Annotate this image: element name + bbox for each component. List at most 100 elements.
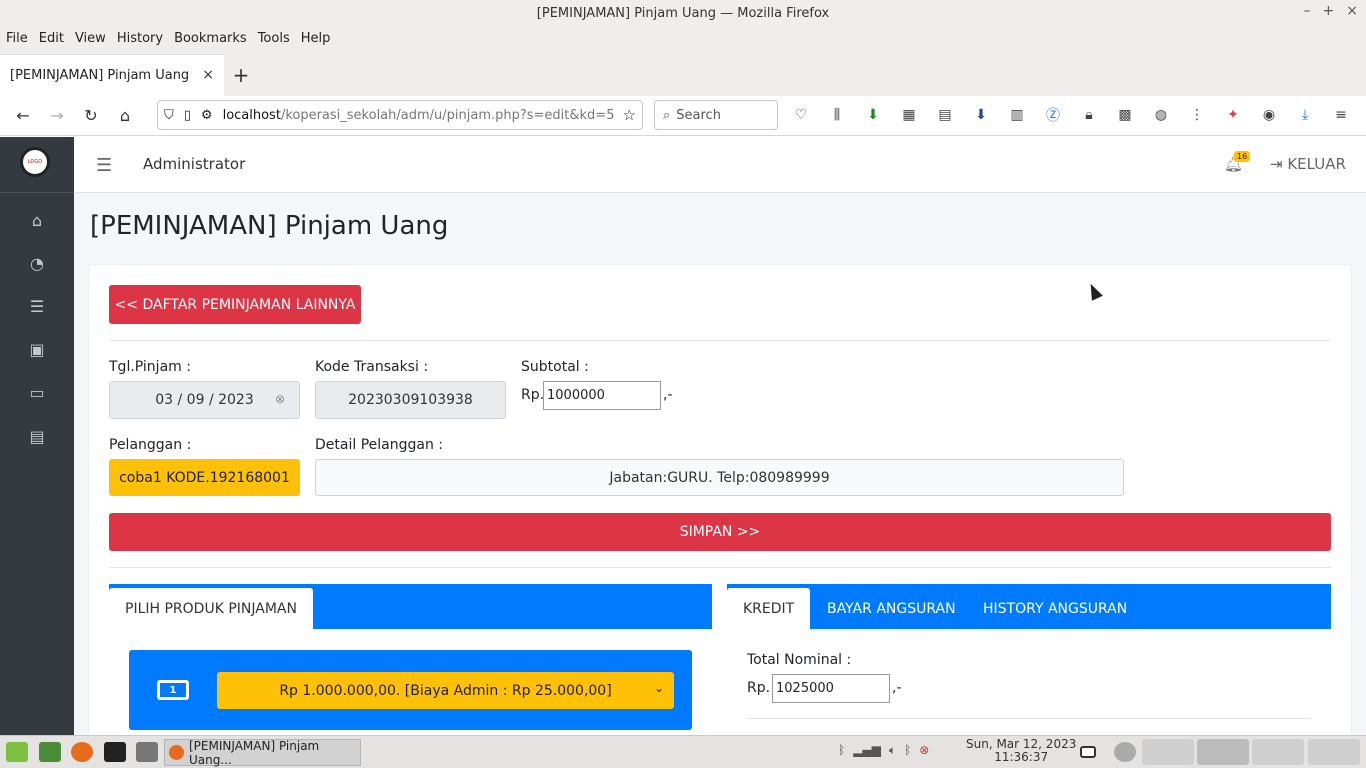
tab-history-angsuran[interactable]: HISTORY ANGSURAN	[967, 588, 1143, 629]
grid-icon[interactable]: ▥	[1006, 104, 1028, 126]
menu-help[interactable]: Help	[300, 31, 332, 46]
workspace-2[interactable]	[1197, 739, 1249, 765]
total-nominal-input[interactable]: 1025000	[772, 674, 890, 703]
workspace-3[interactable]	[1252, 739, 1304, 765]
terminal-icon[interactable]	[104, 742, 126, 762]
globe-icon[interactable]: ◍	[1150, 104, 1172, 126]
color-extension-icon[interactable]: ✦	[1222, 104, 1244, 126]
reload-button[interactable]: ↻	[74, 100, 108, 132]
workspace-1[interactable]	[1142, 739, 1194, 765]
downloads-icon[interactable]: ⤓	[1294, 104, 1316, 126]
clock[interactable]: Sun, Mar 12, 2023 11:36:37	[966, 738, 1076, 764]
produk-panel: PILIH PRODUK PINJAMAN 1 Rp 1.000.000,00.…	[109, 584, 712, 734]
battery-icon[interactable]	[1080, 746, 1096, 758]
produk-box: 1 Rp 1.000.000,00. [Biaya Admin : Rp 25.…	[129, 650, 692, 730]
sidebar-icon[interactable]: ▤	[934, 104, 956, 126]
clear-date-icon[interactable]: ⊗	[275, 392, 285, 406]
gray-extension-icon[interactable]: ◉	[1258, 104, 1280, 126]
logout-link[interactable]: ⇥ KELUAR	[1270, 155, 1346, 173]
update-icon[interactable]: ⊗	[919, 743, 929, 758]
tab-close-icon[interactable]: ×	[202, 67, 214, 83]
produk-select[interactable]: Rp 1.000.000,00. [Biaya Admin : Rp 25.00…	[217, 672, 674, 709]
firefox-launcher-icon[interactable]	[71, 742, 93, 762]
pelanggan-button[interactable]: coba1 KODE.192168001	[109, 459, 300, 496]
extension-icon[interactable]: ▦	[898, 104, 920, 126]
home-icon[interactable]: ⌂	[24, 209, 50, 231]
detail-label: Detail Pelanggan :	[315, 437, 443, 453]
vertical-dots-icon[interactable]: ⋮	[1186, 104, 1208, 126]
kode-label: Kode Transaksi :	[315, 359, 429, 375]
save-button[interactable]: SIMPAN >>	[109, 513, 1331, 551]
url-bar[interactable]: ⛉ ▯ ⚙ localhost /koperasi_sekolah/adm/u/…	[157, 100, 643, 130]
z-extension-icon[interactable]: Ⓩ	[1042, 104, 1064, 126]
briefcase-icon[interactable]: ▣	[24, 338, 50, 360]
system-tray: ᛒ ▂▄▆ 🔈︎ ᛒ ⊗	[838, 743, 929, 758]
tab-kredit[interactable]: KREDIT	[727, 588, 811, 629]
hamburger-menu-icon[interactable]: ≡	[1330, 104, 1352, 126]
maximize-button[interactable]: +	[1323, 3, 1335, 19]
bluetooth-status-icon[interactable]: ᛒ	[904, 743, 911, 758]
logout-label: KELUAR	[1287, 155, 1346, 173]
logo-text: LOGO	[27, 159, 43, 165]
date-input[interactable]: 03 / 09 / 2023 ⊗	[109, 381, 300, 419]
divider	[109, 340, 1331, 341]
total-nominal-label: Total Nominal :	[747, 652, 852, 668]
toolbar-icons: ♡ ⫼ ⬇ ▦ ▤ ⬇ ▥ Ⓩ 🔒︎ ▩ ◍ ⋮ ✦ ◉ ⤓ ≡	[790, 104, 1352, 126]
network-icon[interactable]: ▂▄▆	[853, 743, 881, 758]
tab-strip: [PEMINJAMAN] Pinjam Uang × +	[0, 50, 1366, 96]
shield-icon: ⛉	[164, 107, 174, 123]
back-button[interactable]: ←	[6, 100, 40, 132]
bluetooth-icon[interactable]: ᛒ	[838, 743, 845, 758]
pocket-icon[interactable]: ♡	[790, 104, 812, 126]
panel-header: PILIH PRODUK PINJAMAN	[109, 584, 712, 629]
forward-button[interactable]: →	[40, 100, 74, 132]
url-host: localhost	[222, 107, 281, 123]
library-icon[interactable]: ⫼	[826, 104, 848, 126]
permissions-icon: ⚙	[200, 107, 213, 123]
dashboard-icon[interactable]: ◔	[24, 252, 50, 274]
app-sidebar: LOGO ⌂ ◔ ☰ ▣ ▭ ▤	[0, 137, 74, 735]
desktop-icon[interactable]	[39, 742, 61, 762]
page-icon: ▯	[183, 107, 191, 123]
home-button[interactable]: ⌂	[108, 100, 142, 132]
minimize-button[interactable]: –	[1304, 3, 1311, 19]
menu-file[interactable]: File	[5, 31, 29, 46]
save-icon[interactable]: ⬇	[970, 104, 992, 126]
volume-icon[interactable]: 🔈︎	[889, 743, 896, 758]
menu-history[interactable]: History	[116, 31, 164, 46]
bookmark-star-icon[interactable]: ☆	[623, 106, 636, 124]
browser-tab[interactable]: [PEMINJAMAN] Pinjam Uang ×	[0, 54, 224, 96]
close-window-button[interactable]: ×	[1346, 3, 1358, 19]
workspace-icon[interactable]	[1114, 742, 1136, 762]
tgl-label: Tgl.Pinjam :	[109, 359, 191, 375]
app-topbar: ☰ Administrator 🔔︎ 16 ⇥ KELUAR	[74, 137, 1366, 193]
menu-bar: File Edit View History Bookmarks Tools H…	[0, 26, 1366, 50]
server-icon[interactable]: ☰	[24, 295, 50, 317]
qr-icon[interactable]: ▩	[1114, 104, 1136, 126]
search-input[interactable]: ⌕ Search	[654, 100, 778, 130]
logo[interactable]: LOGO	[20, 147, 50, 177]
detail-pelanggan-field: Jabatan:GURU. Telp:080989999	[315, 459, 1124, 496]
menu-edit[interactable]: Edit	[38, 31, 65, 46]
new-tab-button[interactable]: +	[224, 54, 258, 96]
workspace-4[interactable]	[1308, 739, 1360, 765]
lock-icon[interactable]: 🔒︎	[1078, 104, 1100, 126]
money-icon[interactable]: ▭	[24, 381, 50, 403]
files-launcher-icon[interactable]	[136, 742, 158, 762]
archive-icon[interactable]: ▤	[24, 425, 50, 447]
menu-tools[interactable]: Tools	[257, 31, 291, 46]
taskbar: [PEMINJAMAN] Pinjam Uang... ᛒ ▂▄▆ 🔈︎ ᛒ ⊗…	[0, 735, 1366, 768]
taskbar-firefox-window[interactable]: [PEMINJAMAN] Pinjam Uang...	[164, 739, 361, 767]
hamburger-icon[interactable]: ☰	[96, 155, 112, 176]
main-content: [PEMINJAMAN] Pinjam Uang << DAFTAR PEMIN…	[74, 193, 1366, 735]
tab-pilih-produk[interactable]: PILIH PRODUK PINJAMAN	[109, 588, 313, 629]
download-arrow-icon[interactable]: ⬇	[862, 104, 884, 126]
mint-menu-icon[interactable]	[6, 742, 28, 762]
tab-bayar-angsuran[interactable]: BAYAR ANGSURAN	[811, 588, 972, 629]
menu-view[interactable]: View	[74, 31, 107, 46]
subtotal-input[interactable]: 1000000	[543, 381, 661, 410]
subtotal-suffix: ,-	[663, 387, 673, 403]
menu-bookmarks[interactable]: Bookmarks	[173, 31, 248, 46]
rp-prefix: Rp.	[521, 387, 545, 403]
back-list-button[interactable]: << DAFTAR PEMINJAMAN LAINNYA	[109, 285, 361, 324]
